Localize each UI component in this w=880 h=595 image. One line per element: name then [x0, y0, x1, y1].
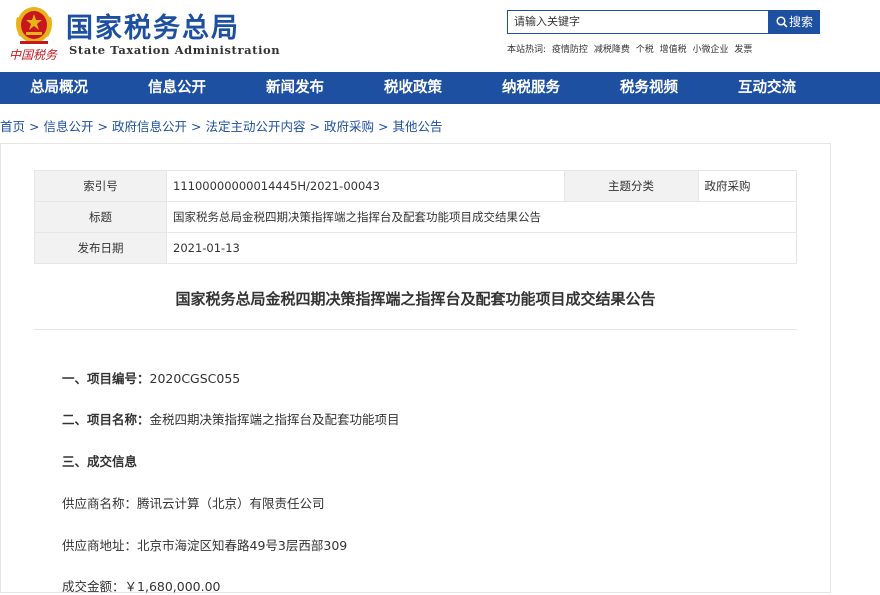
deal-amount-label: 成交金额： [62, 579, 125, 594]
project-name-label: 二、项目名称： [62, 412, 150, 427]
hot-word[interactable]: 发票 [734, 45, 752, 55]
supplier-name-line: 供应商名称：腾讯云计算（北京）有限责任公司 [62, 493, 325, 512]
breadcrumb: 首页 > 信息公开 > 政府信息公开 > 法定主动公开内容 > 政府采购 > 其他公告 [0, 116, 443, 135]
nav-item-news[interactable]: 新闻发布 [236, 72, 354, 104]
search-button-label: 搜索 [788, 15, 813, 29]
project-name-line: 二、项目名称：金税四期决策指挥端之指挥台及配套功能项目 [62, 409, 400, 428]
breadcrumb-separator: > [191, 119, 202, 134]
nav-item-interaction[interactable]: 互动交流 [708, 72, 826, 104]
nav-item-tax-video[interactable]: 税务视频 [590, 72, 708, 104]
nav-item-tax-policy[interactable]: 税收政策 [354, 72, 472, 104]
breadcrumb-item-statutory[interactable]: 法定主动公开内容 [206, 119, 306, 134]
supplier-address-line: 供应商地址：北京市海淀区知春路49号3层西部309 [62, 535, 347, 554]
tax-emblem-icon[interactable] [10, 3, 58, 45]
breadcrumb-item-gov-info[interactable]: 政府信息公开 [112, 119, 187, 134]
nav-item-taxpayer-service[interactable]: 纳税服务 [472, 72, 590, 104]
site-name-en: State Taxation Administration [69, 43, 281, 57]
hot-words: 本站热词: 疫情防控 减税降费 个税 增值税 小微企业 发票 [507, 42, 755, 55]
hot-word[interactable]: 个税 [636, 45, 654, 55]
site-header: 中国税务 国家税务总局 State Taxation Administratio… [0, 0, 880, 72]
article-title: 国家税务总局金税四期决策指挥端之指挥台及配套功能项目成交结果公告 [175, 290, 656, 308]
supplier-address-value: 北京市海淀区知春路49号3层西部309 [137, 538, 348, 553]
breadcrumb-item-procurement[interactable]: 政府采购 [324, 119, 374, 134]
site-name-cn[interactable]: 国家税务总局 [66, 6, 240, 45]
supplier-name-value: 腾讯云计算（北京）有限责任公司 [137, 496, 325, 511]
breadcrumb-separator: > [29, 119, 40, 134]
svg-text:中国税务: 中国税务 [9, 48, 58, 62]
hot-word[interactable]: 小微企业 [692, 45, 728, 55]
search-button[interactable]: 搜索 [769, 10, 820, 34]
project-number-value: 2020CGSC055 [149, 371, 241, 386]
deal-info-heading: 三、成交信息 [62, 451, 137, 470]
project-number-label: 一、项目编号： [62, 371, 150, 386]
deal-info-label: 三、成交信息 [62, 454, 138, 469]
main-nav: 总局概况 信息公开 新闻发布 税收政策 纳税服务 税务视频 互动交流 [0, 72, 880, 104]
document-meta-table: 索引号 11100000000014445H/2021-00043 主题分类 政… [34, 170, 797, 264]
title-value: 国家税务总局金税四期决策指挥端之指挥台及配套功能项目成交结果公告 [166, 201, 797, 233]
breadcrumb-separator: > [97, 119, 108, 134]
breadcrumb-item-home[interactable]: 首页 [0, 119, 25, 134]
hot-words-label: 本站热词: [507, 45, 547, 55]
hot-word[interactable]: 增值税 [660, 45, 687, 55]
title-label: 标题 [34, 201, 167, 233]
breadcrumb-item-other-notices[interactable]: 其他公告 [393, 119, 443, 134]
project-number-line: 一、项目编号：2020CGSC055 [62, 368, 240, 387]
search-icon [776, 16, 788, 28]
date-value: 2021-01-13 [166, 232, 797, 264]
search-input[interactable]: 请输入关键字 [507, 10, 769, 34]
supplier-name-label: 供应商名称： [62, 496, 138, 511]
topic-label: 主题分类 [563, 170, 699, 202]
breadcrumb-separator: > [378, 119, 389, 134]
deal-amount-line: 成交金额：￥1,680,000.00 [62, 576, 221, 595]
title-divider [34, 329, 797, 330]
breadcrumb-separator: > [309, 119, 320, 134]
breadcrumb-item-info[interactable]: 信息公开 [44, 119, 94, 134]
nav-item-info-disclosure[interactable]: 信息公开 [118, 72, 236, 104]
date-label: 发布日期 [34, 232, 167, 264]
supplier-address-label: 供应商地址： [62, 538, 138, 553]
index-label: 索引号 [34, 170, 167, 202]
project-name-value: 金税四期决策指挥端之指挥台及配套功能项目 [149, 412, 400, 427]
topic-value: 政府采购 [697, 170, 797, 202]
nav-item-overview[interactable]: 总局概况 [0, 72, 118, 104]
deal-amount-value: ￥1,680,000.00 [124, 579, 221, 594]
hot-word[interactable]: 减税降费 [594, 45, 630, 55]
emblem-calligraphy: 中国税务 [8, 45, 60, 63]
hot-word[interactable]: 疫情防控 [552, 45, 588, 55]
index-value: 11100000000014445H/2021-00043 [166, 170, 565, 202]
